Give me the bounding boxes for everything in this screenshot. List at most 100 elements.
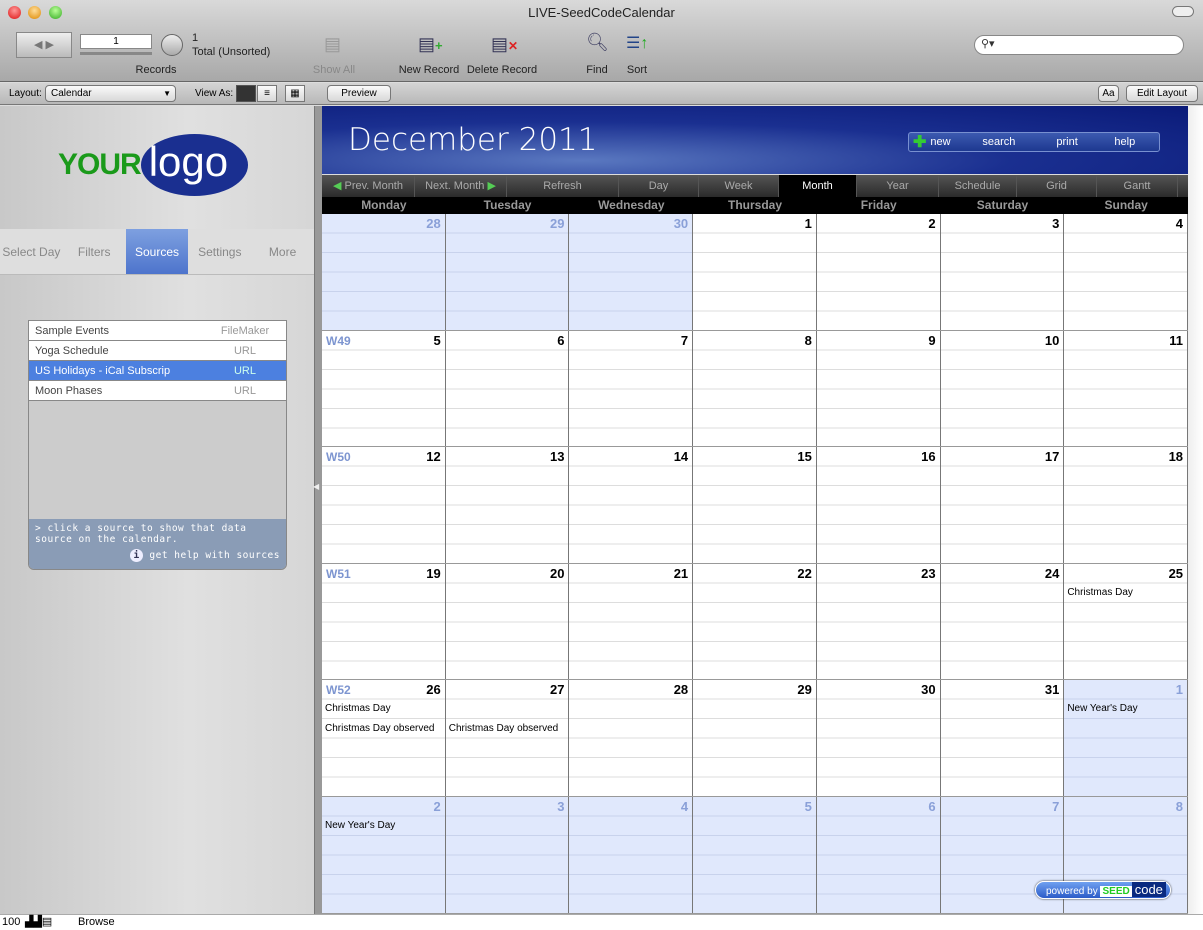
day-number[interactable]: 1	[805, 216, 812, 231]
day-cell[interactable]: 20	[445, 563, 570, 680]
day-number[interactable]: 5	[433, 333, 440, 348]
day-cell[interactable]: 7	[569, 330, 694, 447]
day-number[interactable]: 7	[681, 333, 688, 348]
event[interactable]: Christmas Day observed	[325, 723, 434, 734]
edit-layout-button[interactable]: Edit Layout	[1126, 85, 1198, 102]
week-number[interactable]: W50	[326, 450, 351, 464]
event[interactable]: Christmas Day	[1067, 587, 1133, 598]
day-cell[interactable]: 25 Christmas Day	[1064, 563, 1189, 680]
day-number[interactable]: 19	[426, 566, 440, 581]
day-number[interactable]: 27	[550, 682, 564, 697]
day-number[interactable]: 2	[433, 799, 440, 814]
day-cell[interactable]: W49 5	[322, 330, 446, 447]
day-cell[interactable]: 22	[693, 563, 817, 680]
day-cell[interactable]: 9	[816, 330, 941, 447]
event[interactable]: New Year's Day	[1067, 703, 1137, 714]
day-cell[interactable]: 23	[816, 563, 941, 680]
powered-by-badge[interactable]: powered by SEED code	[1035, 881, 1171, 899]
day-cell[interactable]: 17	[940, 447, 1065, 563]
sidebar-tab-settings[interactable]: Settings	[188, 229, 251, 274]
event[interactable]: Christmas Day observed	[449, 723, 558, 734]
font-button[interactable]: Aa	[1098, 85, 1119, 102]
day-cell[interactable]: 5	[693, 796, 817, 913]
day-cell[interactable]: 24	[940, 563, 1065, 680]
show-all-button[interactable]: Show All	[304, 64, 364, 76]
record-slider[interactable]	[80, 52, 152, 55]
day-cell[interactable]: 11	[1064, 330, 1189, 447]
help-button[interactable]: help	[1114, 136, 1135, 148]
source-row[interactable]: US Holidays - iCal Subscrip URL	[29, 361, 286, 381]
sidebar-tab-more[interactable]: More	[251, 229, 314, 274]
day-cell[interactable]: 29	[445, 214, 570, 330]
help-link[interactable]: i get help with sources	[35, 549, 280, 562]
day-number[interactable]: 16	[921, 449, 935, 464]
day-cell[interactable]: 21	[569, 563, 694, 680]
zoom-icons[interactable]: ▟▟▤	[25, 915, 52, 928]
nav-year[interactable]: Year	[857, 175, 939, 197]
preview-button[interactable]: Preview	[327, 85, 391, 102]
day-cell[interactable]: 28	[569, 680, 694, 796]
source-row[interactable]: Sample Events FileMaker	[29, 321, 286, 341]
day-cell[interactable]: 13	[445, 447, 570, 563]
day-number[interactable]: 9	[928, 333, 935, 348]
day-number[interactable]: 23	[921, 566, 935, 581]
layout-select[interactable]: Calendar ▼	[45, 85, 176, 102]
day-number[interactable]: 8	[805, 333, 812, 348]
day-cell[interactable]: 18	[1064, 447, 1189, 563]
day-number[interactable]: 26	[426, 682, 440, 697]
week-number[interactable]: W52	[326, 683, 351, 697]
day-cell[interactable]: 30	[816, 680, 941, 796]
view-form-button[interactable]	[236, 85, 256, 102]
day-number[interactable]: 30	[921, 682, 935, 697]
sidebar-splitter[interactable]: ◀	[313, 106, 322, 914]
day-number[interactable]: 4	[1176, 216, 1183, 231]
day-number[interactable]: 30	[674, 216, 688, 231]
day-number[interactable]: 13	[550, 449, 564, 464]
nav-gantt[interactable]: Gantt	[1097, 175, 1178, 197]
new-record-button[interactable]: New Record	[396, 64, 462, 76]
day-cell[interactable]: 8	[693, 330, 817, 447]
view-list-button[interactable]: ≡	[257, 85, 277, 102]
day-cell[interactable]: 4	[569, 796, 694, 913]
nav-week[interactable]: Week	[699, 175, 779, 197]
nav-refresh[interactable]: Refresh	[507, 175, 619, 197]
day-cell[interactable]: 6	[445, 330, 570, 447]
day-number[interactable]: 11	[1169, 333, 1183, 348]
day-cell[interactable]: 6	[816, 796, 941, 913]
day-number[interactable]: 5	[805, 799, 812, 814]
nav-month[interactable]: Month	[779, 175, 857, 197]
new-button[interactable]: new	[930, 136, 982, 148]
day-number[interactable]: 7	[1052, 799, 1059, 814]
day-number[interactable]: 8	[1176, 799, 1183, 814]
record-book-icon[interactable]: ◀ ▶	[16, 32, 72, 58]
day-number[interactable]: 6	[557, 333, 564, 348]
day-number[interactable]: 22	[797, 566, 811, 581]
nav-grid[interactable]: Grid	[1017, 175, 1097, 197]
nav-day[interactable]: Day	[619, 175, 699, 197]
event[interactable]: New Year's Day	[325, 820, 395, 831]
day-number[interactable]: 14	[674, 449, 688, 464]
search-button[interactable]: search	[982, 136, 1056, 148]
nav-schedule[interactable]: Schedule	[939, 175, 1017, 197]
mode-label[interactable]: Browse	[78, 916, 115, 928]
day-cell[interactable]: 4	[1064, 214, 1189, 330]
sidebar-tab-sources[interactable]: Sources	[125, 229, 189, 274]
zoom-level[interactable]: 100	[2, 916, 20, 928]
collapse-arrow-icon[interactable]: ◀	[313, 482, 319, 491]
day-cell[interactable]: 16	[816, 447, 941, 563]
day-cell[interactable]: 1 New Year's Day	[1064, 680, 1189, 796]
day-number[interactable]: 20	[550, 566, 564, 581]
sidebar-tab-filters[interactable]: Filters	[63, 229, 126, 274]
nav-next-month[interactable]: Next. Month ▶	[415, 175, 507, 197]
day-cell[interactable]: 1	[693, 214, 817, 330]
week-number[interactable]: W51	[326, 567, 351, 581]
day-number[interactable]: 3	[1052, 216, 1059, 231]
day-cell[interactable]: W52 26 Christmas Day Christmas Day observed	[322, 680, 446, 796]
search-input[interactable]	[974, 35, 1184, 55]
day-cell[interactable]: 3	[940, 214, 1065, 330]
toolbar-toggle-button[interactable]	[1172, 6, 1194, 17]
sort-button[interactable]: Sort	[622, 64, 652, 76]
day-number[interactable]: 29	[797, 682, 811, 697]
day-number[interactable]: 31	[1045, 682, 1059, 697]
day-number[interactable]: 29	[550, 216, 564, 231]
